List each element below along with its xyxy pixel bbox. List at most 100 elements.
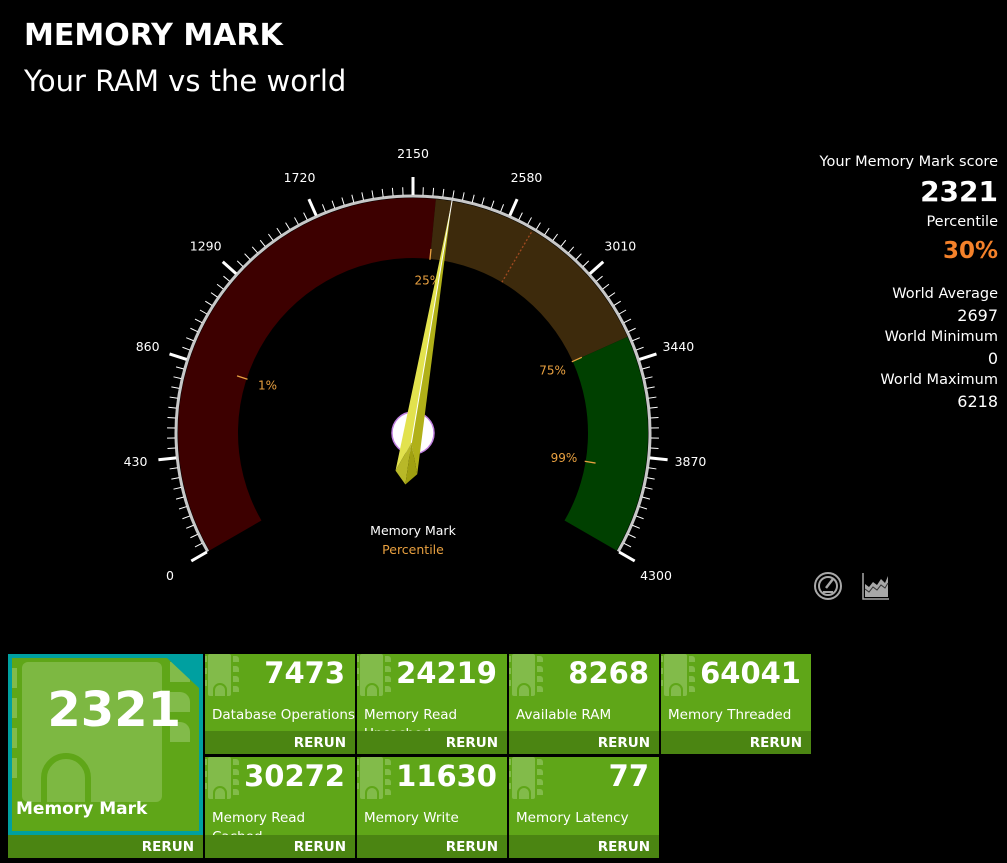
gauge-minor-tick: [644, 486, 653, 490]
gauge-minor-tick: [236, 260, 244, 267]
available-ram-tile[interactable]: 8268 Available RAM RERUN: [509, 654, 659, 754]
rerun-bar[interactable]: RERUN: [205, 835, 355, 858]
gauge-minor-tick: [568, 246, 575, 254]
score-summary: Your Memory Mark score 2321 Percentile 3…: [738, 152, 998, 413]
rerun-bar[interactable]: RERUN: [509, 835, 659, 858]
gauge-minor-tick: [175, 496, 184, 500]
rerun-bar[interactable]: RERUN: [205, 731, 355, 754]
rerun-bar[interactable]: RERUN: [357, 731, 507, 754]
gauge-minor-tick: [171, 477, 180, 480]
gauge-icon: [814, 572, 842, 600]
gauge-minor-tick: [642, 496, 651, 500]
gauge-minor-tick: [216, 283, 224, 290]
world-minimum-value: 0: [987, 349, 998, 368]
gauge-tick-label: 1720: [284, 170, 316, 185]
rerun-button[interactable]: RERUN: [142, 839, 194, 855]
gauge-center-sublabel: Percentile: [382, 542, 444, 557]
memory-mark-tile[interactable]: 2321 Memory Mark RERUN: [8, 654, 203, 858]
gauge-minor-tick: [623, 542, 632, 548]
gauge-minor-tick: [452, 190, 455, 199]
rerun-button[interactable]: RERUN: [294, 839, 346, 855]
memory-read-uncached-tile[interactable]: 24219Memory Read UncachedRERUN: [357, 654, 507, 754]
gauge-major-tick: [169, 352, 188, 361]
world-maximum-value: 6218: [957, 392, 998, 411]
gauge-tick-label: 1290: [190, 238, 222, 253]
rerun-bar[interactable]: RERUN: [509, 731, 659, 754]
memory-threaded-tile[interactable]: 64041 Memory Threaded RERUN: [661, 654, 811, 754]
score-label: Your Memory Mark score: [819, 154, 998, 170]
world-average-label: World Average: [892, 286, 998, 302]
gauge-minor-tick: [190, 327, 198, 333]
gauge-major-tick: [618, 550, 636, 563]
gauge-minor-tick: [268, 233, 274, 241]
gauge-minor-tick: [167, 417, 176, 419]
gauge-minor-tick: [650, 447, 659, 449]
gauge-tick-label: 2150: [397, 146, 429, 161]
gauge-minor-tick: [351, 194, 355, 203]
rerun-button[interactable]: RERUN: [446, 735, 498, 751]
gauge-minor-tick: [648, 396, 657, 399]
gauge-minor-tick: [642, 366, 651, 370]
gauge-minor-tick: [186, 524, 194, 529]
gauge-minor-tick: [639, 506, 648, 510]
gauge-minor-tick: [648, 467, 657, 470]
gauge-major-tick: [638, 352, 657, 361]
rerun-button[interactable]: RERUN: [294, 735, 346, 751]
gauge-tick-label: 0: [166, 568, 174, 583]
tile-label: Memory Latency: [516, 810, 629, 826]
gauge-minor-tick: [321, 204, 326, 212]
gauge-minor-tick: [635, 515, 644, 520]
gauge-minor-tick: [632, 524, 640, 529]
percentile-value: 30%: [942, 238, 998, 264]
gauge-minor-tick: [618, 309, 627, 315]
gauge-minor-tick: [623, 318, 632, 324]
rerun-bar[interactable]: RERUN: [8, 835, 203, 858]
rerun-button[interactable]: RERUN: [598, 735, 650, 751]
tile-label: Memory Threaded: [668, 707, 792, 723]
rerun-bar[interactable]: RERUN: [357, 835, 507, 858]
gauge-minor-tick: [182, 515, 191, 520]
gauge-center-label: Memory Mark: [370, 523, 456, 538]
gauge-major-tick: [221, 260, 238, 275]
gauge-minor-tick: [223, 275, 230, 282]
gauge-minor-tick: [490, 200, 495, 209]
rerun-button[interactable]: RERUN: [598, 839, 650, 855]
memory-write-tile[interactable]: 11630 Memory Write RERUN: [357, 757, 507, 858]
gauge-minor-tick: [442, 188, 445, 197]
gauge-minor-tick: [518, 212, 523, 221]
gauge-minor-tick: [361, 192, 365, 201]
gauge-major-tick: [649, 456, 668, 462]
gauge-view-button[interactable]: [812, 570, 844, 602]
gauge-minor-tick: [381, 188, 384, 197]
gauge-minor-tick: [371, 190, 374, 199]
memory-read-cached-tile[interactable]: 30272Memory Read CachedRERUN: [205, 757, 355, 858]
gauge-minor-tick: [167, 447, 176, 449]
gauge-minor-tick: [178, 506, 187, 510]
rerun-button[interactable]: RERUN: [750, 735, 802, 751]
gauge-tick-label: 430: [124, 454, 148, 469]
tile-label: Database Operations: [212, 707, 355, 723]
gauge-minor-tick: [461, 192, 465, 201]
ram-chip-icon: [205, 654, 239, 696]
gauge-major-tick: [508, 198, 519, 217]
score-value: 2321: [920, 175, 998, 208]
gauge-minor-tick: [259, 239, 266, 247]
chart-view-button[interactable]: [860, 570, 892, 602]
gauge-tick-label: 2580: [511, 170, 543, 185]
ram-chip-icon: [205, 757, 239, 799]
gauge-minor-tick: [341, 197, 345, 206]
memory-latency-tile[interactable]: 77 Memory Latency RERUN: [509, 757, 659, 858]
rerun-button[interactable]: RERUN: [446, 839, 498, 855]
world-average-value: 2697: [957, 306, 998, 325]
gauge-minor-tick: [331, 200, 336, 209]
gauge-minor-tick: [649, 406, 658, 409]
gauge-minor-tick: [169, 396, 178, 399]
ram-chip-icon: [509, 654, 543, 696]
database-operations-tile[interactable]: 7473 Database Operations RERUN: [205, 654, 355, 754]
gauge-minor-tick: [628, 327, 636, 333]
gauge-tick-label: 3010: [604, 238, 636, 253]
gauge-minor-tick: [391, 187, 394, 196]
rerun-bar[interactable]: RERUN: [661, 731, 811, 754]
gauge-minor-tick: [552, 233, 558, 241]
gauge-minor-tick: [596, 275, 603, 282]
